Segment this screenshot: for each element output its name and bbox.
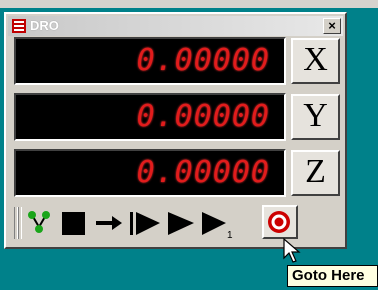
- z-value: 0.00000: [136, 155, 270, 190]
- x-value: 0.00000: [136, 43, 270, 78]
- title-bar[interactable]: DRO ×: [8, 16, 343, 36]
- target-icon: [268, 211, 290, 233]
- stop-icon[interactable]: [60, 209, 88, 237]
- goto-here-tooltip: Goto Here: [287, 265, 378, 287]
- x-axis-row: 0.00000 X: [14, 37, 340, 85]
- mouse-cursor-icon: [283, 238, 301, 263]
- goto-here-button[interactable]: [262, 205, 298, 239]
- play-icon[interactable]: [166, 209, 196, 237]
- z-axis-button[interactable]: Z: [291, 150, 340, 196]
- toolbar: 1: [14, 205, 340, 241]
- single-step-icon[interactable]: 1: [200, 209, 234, 239]
- svg-text:1: 1: [227, 230, 233, 239]
- x-axis-button[interactable]: X: [291, 38, 340, 84]
- desktop-top-strip: [0, 0, 378, 8]
- x-readout: 0.00000: [14, 37, 286, 85]
- close-button[interactable]: ×: [323, 18, 341, 34]
- z-axis-row: 0.00000 Z: [14, 149, 340, 197]
- y-readout: 0.00000: [14, 93, 286, 141]
- toolbar-separator: [18, 207, 22, 239]
- y-axis-row: 0.00000 Y: [14, 93, 340, 141]
- y-axis-button[interactable]: Y: [291, 94, 340, 140]
- app-icon: [12, 19, 26, 33]
- step-play-icon[interactable]: [128, 209, 162, 237]
- step-arrow-icon[interactable]: [94, 209, 124, 237]
- window-title: DRO: [30, 18, 59, 33]
- z-readout: 0.00000: [14, 149, 286, 197]
- tool-icon[interactable]: [26, 209, 52, 237]
- y-value: 0.00000: [136, 99, 270, 134]
